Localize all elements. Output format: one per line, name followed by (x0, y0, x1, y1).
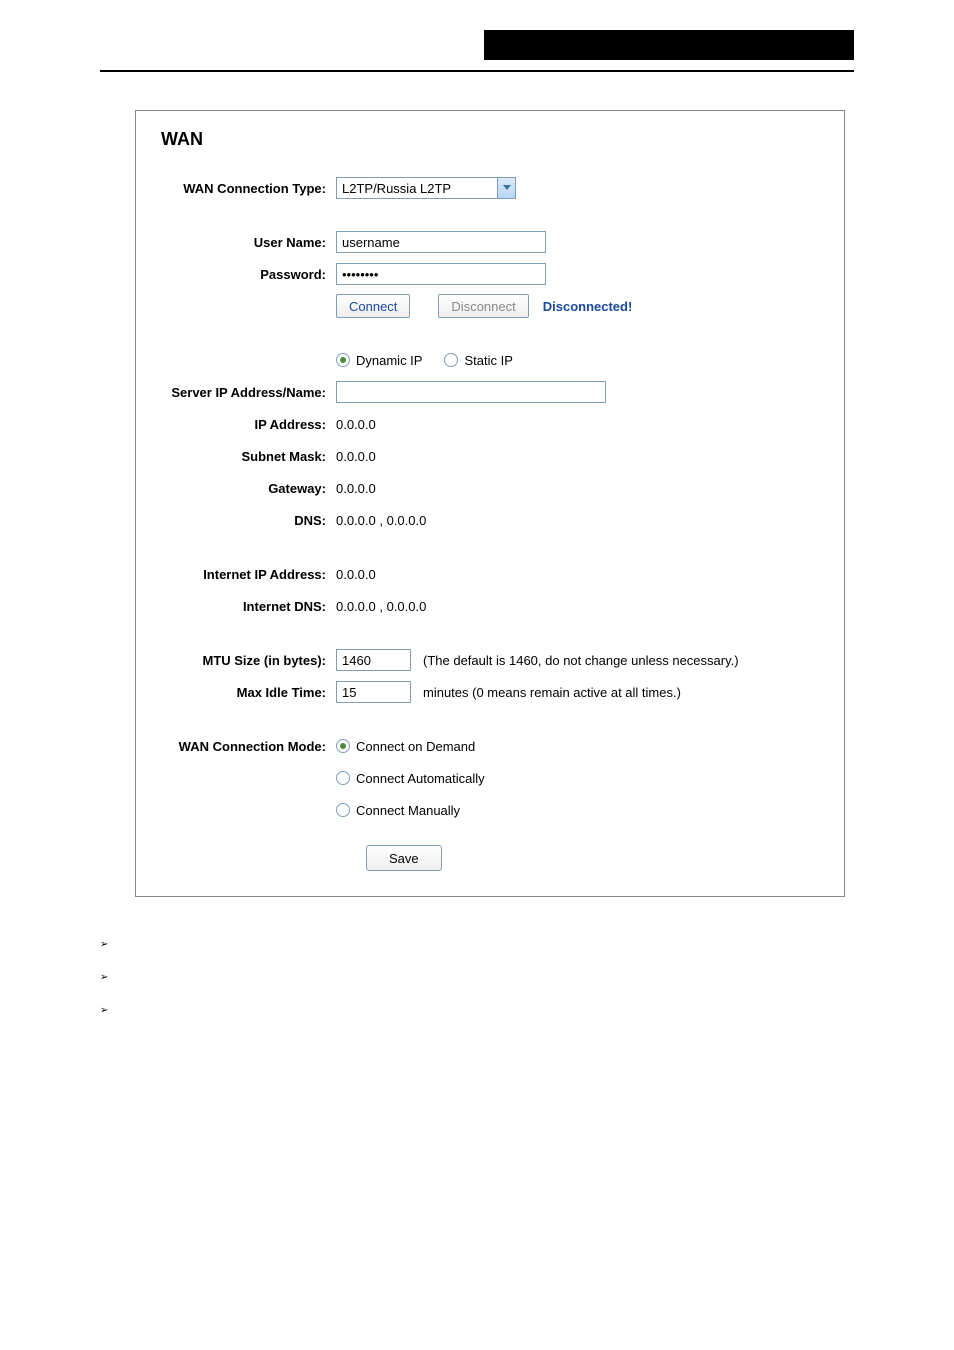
internet-ip-value: 0.0.0.0 (336, 567, 376, 582)
header-black-bar (484, 30, 854, 60)
max-idle-hint: minutes (0 means remain active at all ti… (423, 685, 681, 700)
radio-connect-on-demand[interactable]: Connect on Demand (336, 739, 475, 754)
label-connection-type: WAN Connection Type: (136, 181, 336, 196)
document-notes: ➢ ➢ ➢ (100, 937, 854, 1018)
disconnect-button[interactable]: Disconnect (438, 294, 528, 318)
connection-type-value: L2TP/Russia L2TP (342, 181, 451, 196)
dns-value: 0.0.0.0 , 0.0.0.0 (336, 513, 426, 528)
label-max-idle: Max Idle Time: (136, 685, 336, 700)
bullet-icon: ➢ (100, 937, 120, 952)
chevron-down-icon (497, 178, 515, 198)
radio-connect-manually[interactable]: Connect Manually (336, 803, 460, 818)
radio-auto-label: Connect Automatically (356, 771, 485, 786)
radio-static-ip-label: Static IP (464, 353, 512, 368)
mtu-hint: (The default is 1460, do not change unle… (423, 653, 739, 668)
label-internet-ip: Internet IP Address: (136, 567, 336, 582)
bullet-icon: ➢ (100, 1003, 120, 1018)
connection-status: Disconnected! (543, 299, 633, 314)
label-ip-address: IP Address: (136, 417, 336, 432)
header-divider (100, 70, 854, 72)
save-button[interactable]: Save (366, 845, 442, 871)
connection-type-select[interactable]: L2TP/Russia L2TP (336, 177, 516, 199)
radio-connect-automatically[interactable]: Connect Automatically (336, 771, 485, 786)
label-internet-dns: Internet DNS: (136, 599, 336, 614)
radio-manual-label: Connect Manually (356, 803, 460, 818)
server-ip-input[interactable] (336, 381, 606, 403)
internet-dns-value: 0.0.0.0 , 0.0.0.0 (336, 599, 426, 614)
label-password: Password: (136, 267, 336, 282)
label-connection-mode: WAN Connection Mode: (136, 739, 336, 754)
connect-button[interactable]: Connect (336, 294, 410, 318)
label-dns: DNS: (136, 513, 336, 528)
max-idle-input[interactable] (336, 681, 411, 703)
label-server-ip: Server IP Address/Name: (136, 385, 336, 400)
mtu-input[interactable] (336, 649, 411, 671)
label-mtu: MTU Size (in bytes): (136, 653, 336, 668)
radio-on-demand-label: Connect on Demand (356, 739, 475, 754)
gateway-value: 0.0.0.0 (336, 481, 376, 496)
radio-dynamic-ip[interactable]: Dynamic IP (336, 353, 422, 368)
label-subnet-mask: Subnet Mask: (136, 449, 336, 464)
bullet-icon: ➢ (100, 970, 120, 985)
username-input[interactable] (336, 231, 546, 253)
wan-config-panel: WAN WAN Connection Type: L2TP/Russia L2T… (135, 110, 845, 897)
radio-static-ip[interactable]: Static IP (444, 353, 512, 368)
radio-dynamic-ip-label: Dynamic IP (356, 353, 422, 368)
password-input[interactable] (336, 263, 546, 285)
section-title: WAN (161, 129, 844, 150)
ip-address-value: 0.0.0.0 (336, 417, 376, 432)
label-gateway: Gateway: (136, 481, 336, 496)
label-username: User Name: (136, 235, 336, 250)
subnet-mask-value: 0.0.0.0 (336, 449, 376, 464)
